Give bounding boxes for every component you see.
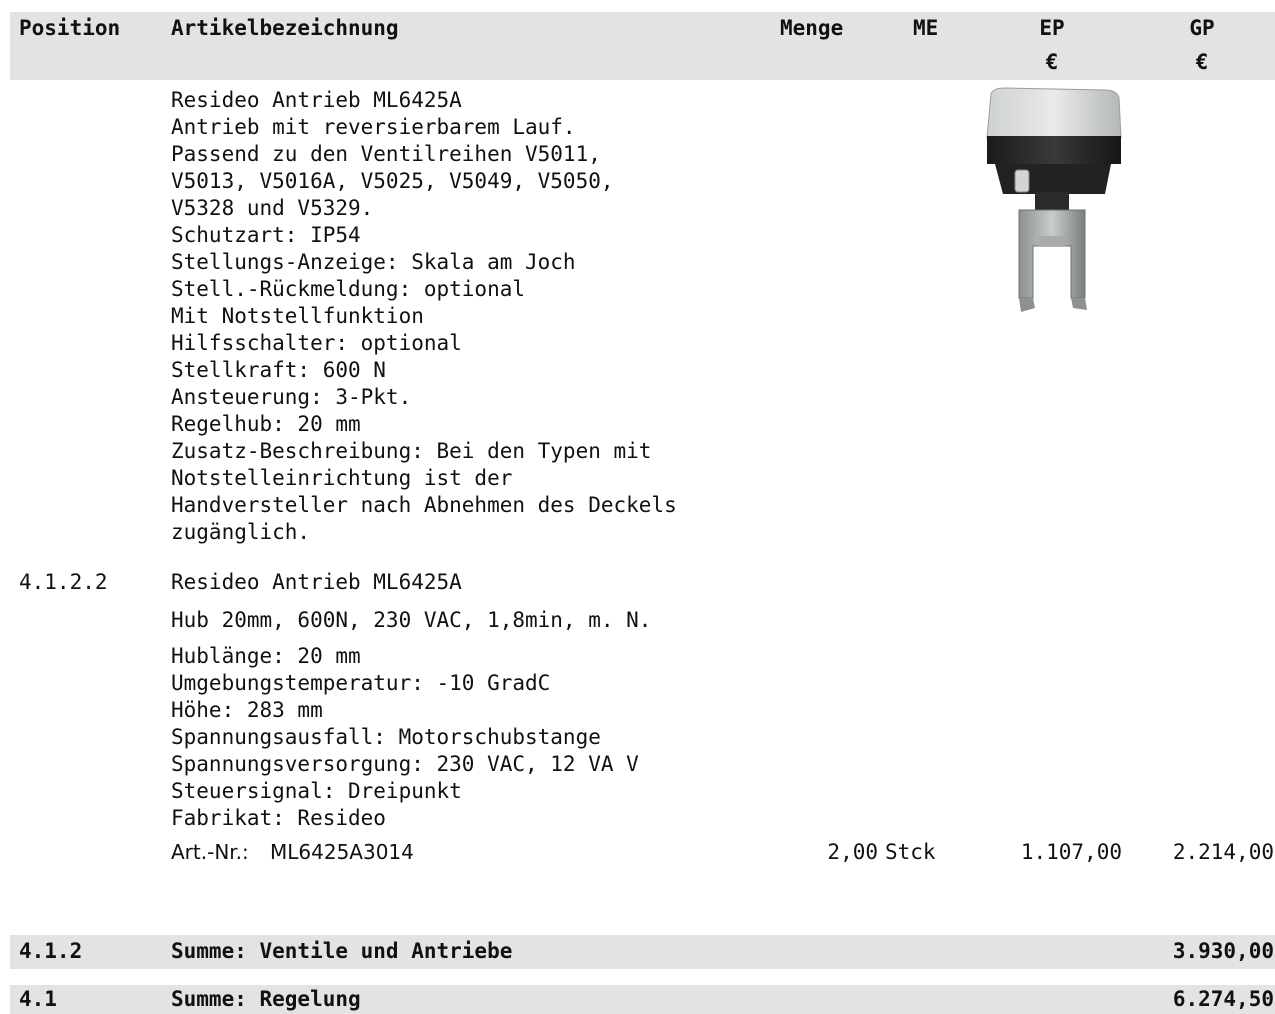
desc-line: Notstelleinrichtung ist der [171, 466, 513, 490]
desc-line: Stellungs-Anzeige: Skala am Joch [171, 250, 576, 274]
item-position: 4.1.2.2 [19, 570, 108, 594]
item-total-price: 2.214,00 [1172, 840, 1274, 864]
item-subtitle: Hub 20mm, 600N, 230 VAC, 1,8min, m. N. [171, 608, 652, 632]
header-gp: GP [1189, 16, 1215, 40]
desc-line: Stellkraft: 600 N [171, 358, 386, 382]
desc-line: Antrieb mit reversierbarem Lauf. [171, 115, 576, 139]
spec-line: Hublänge: 20 mm [171, 644, 361, 668]
sum-label: Summe: Ventile und Antriebe [171, 939, 513, 963]
header-gp-currency: € [1195, 50, 1209, 74]
desc-line: Mit Notstellfunktion [171, 304, 424, 328]
desc-line: zugänglich. [171, 520, 311, 544]
header-position: Position [19, 16, 121, 40]
desc-line: Regelhub: 20 mm [171, 412, 361, 436]
desc-line: Ansteuerung: 3-Pkt. [171, 385, 412, 409]
item-unit: Stck [885, 840, 936, 864]
valve-actuator-product-image [986, 87, 1122, 312]
header-artikel: Artikelbezeichnung [171, 16, 399, 40]
header-ep-currency: € [1045, 50, 1059, 74]
desc-line: Stell.-Rückmeldung: optional [171, 277, 526, 301]
sum-total: 6.274,50 [1172, 987, 1274, 1011]
desc-line: V5013, V5016A, V5025, V5049, V5050, [171, 169, 614, 193]
spec-line: Steuersignal: Dreipunkt [171, 779, 462, 803]
spec-line: Fabrikat: Resideo [171, 806, 386, 830]
spec-line: Umgebungstemperatur: -10 GradC [171, 671, 551, 695]
item-unit-price: 1.107,00 [1020, 840, 1122, 864]
header-menge: Menge [780, 16, 844, 40]
item-title: Resideo Antrieb ML6425A [171, 570, 462, 594]
desc-line: Schutzart: IP54 [171, 223, 361, 247]
desc-line: Resideo Antrieb ML6425A [171, 88, 462, 112]
desc-line: Handversteller nach Abnehmen des Deckels [171, 493, 677, 517]
header-ep: EP [1039, 16, 1065, 40]
desc-line: Zusatz-Beschreibung: Bei den Typen mit [171, 439, 652, 463]
sum-total: 3.930,00 [1172, 939, 1274, 963]
spec-line: Spannungsversorgung: 230 VAC, 12 VA V [171, 752, 639, 776]
spec-line: Spannungsausfall: Motorschubstange [171, 725, 601, 749]
sum-position: 4.1.2 [19, 939, 83, 963]
header-me: ME [913, 16, 939, 40]
article-number-label: Art.-Nr.: [171, 840, 249, 864]
sum-position: 4.1 [19, 987, 57, 1011]
desc-line: Passend zu den Ventilreihen V5011, [171, 142, 601, 166]
article-number: ML6425A3014 [270, 840, 414, 864]
spec-line: Höhe: 283 mm [171, 698, 323, 722]
item-quantity: 2,00 [827, 840, 878, 864]
desc-line: Hilfsschalter: optional [171, 331, 462, 355]
desc-line: V5328 und V5329. [171, 196, 374, 220]
sum-label: Summe: Regelung [171, 987, 361, 1011]
